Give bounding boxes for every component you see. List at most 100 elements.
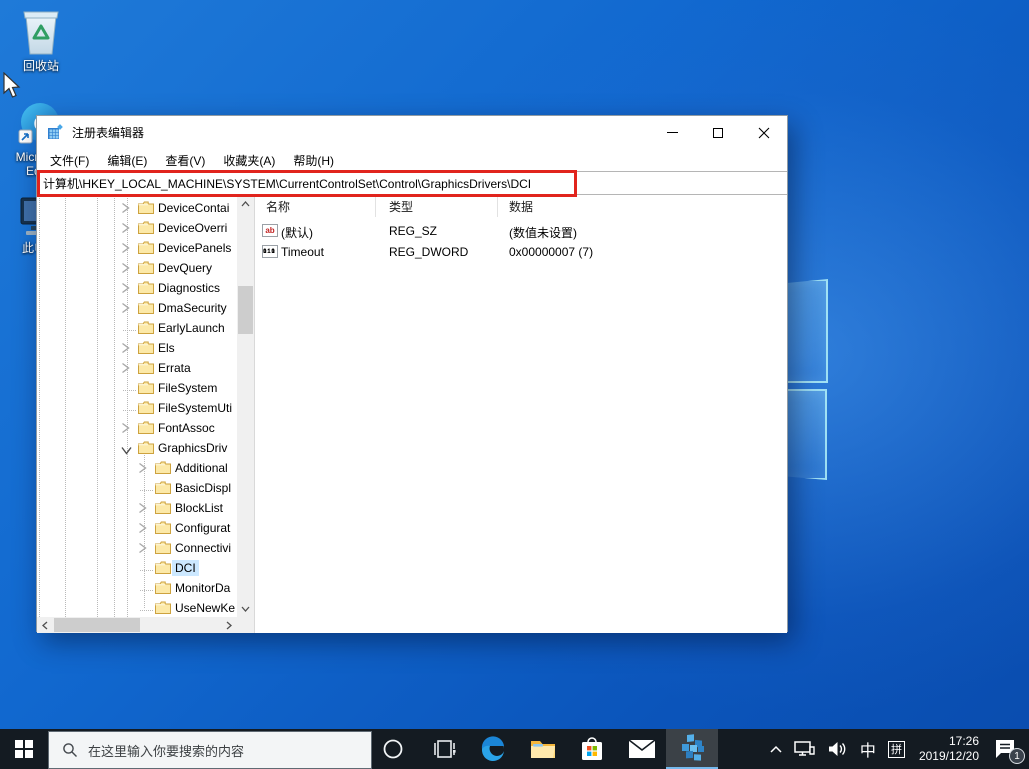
registry-tree-pane[interactable]: DeviceContai DeviceOverri DevicePanels DevQ…: [37, 195, 254, 633]
collapse-chevron-icon[interactable]: [121, 444, 132, 456]
edge-icon: [481, 736, 504, 762]
expand-chevron-icon[interactable]: [138, 542, 149, 554]
value-row-[interactable]: ab (默认) REG_SZ (数值未设置): [257, 221, 787, 242]
tree-item-errata[interactable]: Errata: [37, 358, 237, 378]
expand-chevron-icon[interactable]: [121, 202, 132, 214]
tree-item-diagnostics[interactable]: Diagnostics: [37, 278, 237, 298]
network-tray-icon-button[interactable]: [788, 729, 822, 769]
close-icon: [758, 127, 770, 138]
tree-item-label: GraphicsDriv: [158, 441, 228, 455]
registry-values-pane[interactable]: 名称 类型 数据 ab (默认) REG_SZ (数值未设置) 011 110 Timeout R…: [257, 195, 787, 633]
tree-item-devquery[interactable]: DevQuery: [37, 258, 237, 278]
regedit-app-icon: [48, 124, 63, 139]
desktop-icon-recycle-bin[interactable]: 回收站: [1, 6, 81, 73]
tree-item-dci[interactable]: DCI: [37, 558, 237, 578]
tree-item-deviceoverri[interactable]: DeviceOverri: [37, 218, 237, 238]
tree-item-configurat[interactable]: Configurat: [37, 518, 237, 538]
expand-chevron-icon[interactable]: [138, 522, 149, 534]
expand-chevron-icon[interactable]: [121, 242, 132, 254]
expand-chevron-icon[interactable]: [121, 342, 132, 354]
scroll-up-arrow[interactable]: [237, 195, 254, 212]
title-bar[interactable]: 注册表编辑器: [37, 116, 787, 149]
scrollbar-thumb[interactable]: [54, 618, 140, 632]
folder-icon: [138, 401, 154, 415]
tree-item-filesystem[interactable]: FileSystem: [37, 378, 237, 398]
list-column-headers: 名称 类型 数据: [257, 195, 787, 217]
expand-chevron-icon[interactable]: [121, 302, 132, 314]
taskbar-app-regedit[interactable]: [666, 729, 718, 769]
expand-chevron-icon[interactable]: [121, 222, 132, 234]
folder-icon: [155, 481, 171, 495]
expand-chevron-icon[interactable]: [121, 362, 132, 374]
tree-item-basicdispl[interactable]: BasicDispl: [37, 478, 237, 498]
tree-item-monitorda[interactable]: MonitorDa: [37, 578, 237, 598]
tree-vertical-scrollbar[interactable]: [237, 195, 254, 617]
ime-mode-indicator[interactable]: 拼: [882, 729, 911, 769]
tree-item-usenewke[interactable]: UseNewKe: [37, 598, 237, 617]
address-bar[interactable]: 计算机\HKEY_LOCAL_MACHINE\SYSTEM\CurrentCon…: [37, 170, 787, 197]
start-button[interactable]: [0, 729, 48, 769]
expand-chevron-icon[interactable]: [121, 262, 132, 274]
folder-icon: [138, 441, 154, 455]
folder-icon: [155, 601, 171, 615]
tree-item-blocklist[interactable]: BlockList: [37, 498, 237, 518]
value-row-Timeout[interactable]: 011 110 Timeout REG_DWORD 0x00000007 (7): [257, 242, 787, 263]
tree-item-label: DevicePanels: [158, 241, 232, 255]
tree-item-fontassoc[interactable]: FontAssoc: [37, 418, 237, 438]
tree-leaf-connector: [123, 330, 136, 331]
tree-item-label: Additional: [175, 461, 228, 475]
action-center-button[interactable]: 1: [987, 729, 1029, 769]
tree-item-label: Configurat: [175, 521, 231, 535]
column-header-2[interactable]: 数据: [498, 195, 787, 217]
folder-icon: [155, 461, 171, 475]
expand-chevron-icon[interactable]: [121, 422, 132, 434]
expand-chevron-icon[interactable]: [138, 502, 149, 514]
taskbar-app-edge[interactable]: [471, 729, 515, 769]
taskbar-app-task-view[interactable]: [423, 729, 467, 769]
column-header-1[interactable]: 类型: [376, 195, 498, 217]
taskbar-app-store[interactable]: [570, 729, 614, 769]
tree-item-connectivi[interactable]: Connectivi: [37, 538, 237, 558]
scrollbar-thumb[interactable]: [238, 286, 253, 334]
search-placeholder: 在这里输入你要搜索的内容: [88, 743, 245, 759]
menu-item-4[interactable]: 帮助(H): [284, 149, 343, 172]
ime-language-indicator[interactable]: 中: [854, 729, 882, 769]
tree-item-earlylaunch[interactable]: EarlyLaunch: [37, 318, 237, 338]
menu-item-2[interactable]: 查看(V): [156, 149, 214, 172]
tree-item-label: FontAssoc: [158, 421, 215, 435]
folder-icon: [138, 321, 154, 335]
taskbar-app-file-explorer[interactable]: [521, 729, 565, 769]
maximize-button[interactable]: [695, 116, 741, 149]
value-data: 0x00000007 (7): [509, 245, 594, 259]
tree-item-dmasecurity[interactable]: DmaSecurity: [37, 298, 237, 318]
folder-icon: [138, 221, 154, 235]
scroll-right-arrow[interactable]: [221, 617, 237, 633]
tree-item-filesystemuti[interactable]: FileSystemUti: [37, 398, 237, 418]
tree-item-devicepanels[interactable]: DevicePanels: [37, 238, 237, 258]
expand-chevron-icon[interactable]: [138, 462, 149, 474]
ime-mode-label: 拼: [887, 740, 905, 758]
hidden-icons-chevron[interactable]: [764, 729, 788, 769]
scroll-left-arrow[interactable]: [37, 617, 53, 633]
taskbar-app-mail[interactable]: [620, 729, 664, 769]
expand-chevron-icon[interactable]: [121, 282, 132, 294]
tree-horizontal-scrollbar[interactable]: [37, 617, 237, 633]
minimize-button[interactable]: [649, 116, 695, 149]
taskbar-app-cortana[interactable]: [371, 729, 415, 769]
tree-item-els[interactable]: Els: [37, 338, 237, 358]
tree-item-additional[interactable]: Additional: [37, 458, 237, 478]
tree-item-devicecontai[interactable]: DeviceContai: [37, 198, 237, 218]
column-header-0[interactable]: 名称: [257, 195, 376, 217]
taskbar-clock[interactable]: 17:26 2019/12/20: [911, 734, 987, 764]
desktop-icon-label: 回收站: [22, 59, 59, 73]
menu-item-1[interactable]: 编辑(E): [98, 149, 156, 172]
menu-item-3[interactable]: 收藏夹(A): [214, 149, 284, 172]
clock-time: 17:26: [948, 734, 979, 748]
scroll-down-arrow[interactable]: [237, 600, 254, 617]
tree-item-graphicsdriv[interactable]: GraphicsDriv: [37, 438, 237, 458]
menu-item-0[interactable]: 文件(F): [41, 149, 98, 172]
taskbar-search-box[interactable]: 在这里输入你要搜索的内容: [48, 731, 372, 769]
close-button[interactable]: [741, 116, 787, 149]
volume-tray-icon-button[interactable]: [822, 729, 854, 769]
scrollbar-corner: [237, 617, 254, 633]
